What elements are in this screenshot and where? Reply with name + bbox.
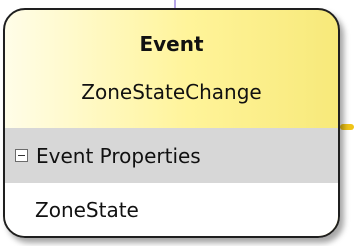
connector-line-right: [340, 124, 354, 130]
event-header: Event ZoneStateChange: [5, 10, 338, 128]
compartment-title: Event Properties: [36, 143, 201, 168]
event-stereotype: Event: [139, 32, 204, 56]
event-name[interactable]: ZoneStateChange: [5, 80, 338, 104]
event-properties-compartment-header[interactable]: Event Properties: [5, 128, 338, 183]
property-name: ZoneState: [35, 197, 139, 222]
diagram-canvas: Event ZoneStateChange Event Properties Z…: [0, 0, 354, 246]
collapse-minus-icon[interactable]: [15, 149, 28, 162]
event-shape[interactable]: Event ZoneStateChange Event Properties Z…: [3, 8, 340, 238]
property-row[interactable]: ZoneState: [5, 183, 338, 236]
